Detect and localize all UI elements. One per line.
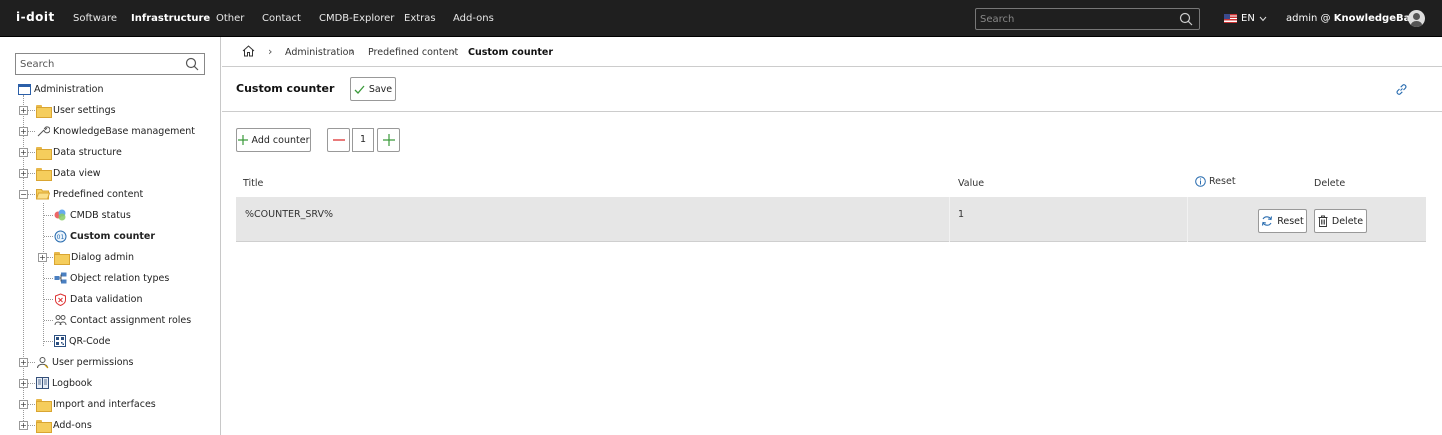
validation-icon bbox=[55, 292, 66, 306]
info-icon[interactable] bbox=[1195, 176, 1206, 187]
nav-software[interactable]: Software bbox=[73, 13, 117, 24]
sidebar-item-add-ons[interactable]: Add-ons bbox=[36, 417, 92, 433]
user-menu[interactable]: admin @ KnowledgeBase bbox=[1286, 13, 1423, 24]
save-button[interactable]: Save bbox=[350, 77, 396, 101]
page-title: Custom counter bbox=[236, 82, 335, 95]
breadcrumb-predefined-content[interactable]: Predefined content bbox=[368, 47, 458, 58]
add-counter-button[interactable]: Add counter bbox=[236, 128, 311, 152]
plus-icon bbox=[382, 134, 395, 146]
sidebar-item-qr-code[interactable]: QR-Code bbox=[54, 333, 110, 349]
nav-contact[interactable]: Contact bbox=[262, 13, 301, 24]
logbook-icon bbox=[36, 377, 49, 389]
expand-knowledgebase-management[interactable]: + bbox=[19, 127, 28, 136]
roles-icon bbox=[54, 314, 67, 325]
qr-code-icon bbox=[54, 335, 66, 347]
counter-quantity-input[interactable]: 1 bbox=[352, 128, 374, 152]
nav-add-ons[interactable]: Add-ons bbox=[453, 13, 494, 24]
trash-icon bbox=[1318, 215, 1328, 227]
sidebar-search-input[interactable]: Search bbox=[15, 53, 205, 75]
us-flag-icon bbox=[1224, 14, 1237, 23]
search-icon[interactable] bbox=[185, 57, 199, 74]
i-doit-logo[interactable]: i-doit bbox=[16, 10, 55, 24]
sidebar-item-object-relation-types[interactable]: Object relation types bbox=[54, 270, 169, 286]
minus-icon bbox=[332, 139, 345, 141]
folder-icon bbox=[36, 104, 52, 118]
expand-data-view[interactable]: + bbox=[19, 169, 28, 178]
sidebar-item-data-structure[interactable]: Data structure bbox=[36, 144, 122, 160]
delete-button[interactable]: Delete bbox=[1314, 209, 1367, 233]
language-selector[interactable]: EN bbox=[1224, 13, 1267, 24]
table-row bbox=[236, 197, 1426, 242]
sidebar-item-data-view[interactable]: Data view bbox=[36, 165, 101, 181]
chevron-right-icon: › bbox=[451, 45, 456, 58]
sidebar-item-import-and-interfaces[interactable]: Import and interfaces bbox=[36, 396, 156, 412]
folder-icon bbox=[36, 419, 52, 433]
counter-title-cell: %COUNTER_SRV% bbox=[245, 209, 333, 220]
sidebar-item-knowledgebase-management[interactable]: KnowledgeBase management bbox=[36, 123, 195, 139]
expand-import-and-interfaces[interactable]: + bbox=[19, 400, 28, 409]
sidebar-item-contact-assignment-roles[interactable]: Contact assignment roles bbox=[54, 312, 191, 328]
counter-icon: 01 bbox=[54, 230, 67, 242]
nav-cmdb-explorer[interactable]: CMDB-Explorer bbox=[319, 13, 394, 24]
sidebar-item-logbook[interactable]: Logbook bbox=[36, 375, 92, 391]
language-code: EN bbox=[1241, 13, 1255, 24]
refresh-icon bbox=[1262, 216, 1273, 226]
collapse-predefined-content[interactable]: − bbox=[19, 190, 28, 199]
folder-icon bbox=[36, 167, 52, 181]
status-icon bbox=[54, 209, 66, 221]
checkmark-icon bbox=[354, 85, 365, 94]
window-icon bbox=[18, 83, 31, 95]
permissions-icon bbox=[37, 356, 49, 368]
sidebar-item-user-settings[interactable]: User settings bbox=[36, 102, 116, 118]
column-header-delete: Delete bbox=[1314, 178, 1346, 189]
plus-icon bbox=[237, 135, 248, 145]
folder-icon bbox=[36, 398, 52, 412]
sidebar-item-user-permissions[interactable]: User permissions bbox=[36, 354, 134, 370]
nav-infrastructure[interactable]: Infrastructure bbox=[131, 13, 210, 24]
column-header-value: Value bbox=[958, 178, 985, 189]
reset-button[interactable]: Reset bbox=[1258, 209, 1307, 233]
avatar[interactable] bbox=[1408, 10, 1425, 27]
column-header-title: Title bbox=[243, 178, 264, 189]
svg-text:01: 01 bbox=[57, 234, 65, 241]
search-icon[interactable] bbox=[1179, 12, 1193, 29]
folder-icon bbox=[54, 251, 70, 265]
counter-value-cell: 1 bbox=[958, 209, 965, 220]
chevron-down-icon bbox=[1259, 16, 1267, 21]
sidebar-item-predefined-content[interactable]: Predefined content bbox=[36, 186, 143, 202]
expand-logbook[interactable]: + bbox=[19, 379, 28, 388]
sidebar-item-dialog-admin[interactable]: Dialog admin bbox=[54, 249, 134, 265]
breadcrumb: › Administration › Predefined content › … bbox=[222, 37, 1442, 67]
expand-user-permissions[interactable]: + bbox=[19, 358, 28, 367]
column-header-reset: Reset bbox=[1195, 176, 1236, 187]
top-navigation-bar: i-doit Software Infrastructure Other Con… bbox=[0, 0, 1442, 37]
sidebar-item-cmdb-status[interactable]: CMDB status bbox=[54, 207, 131, 223]
sidebar-item-custom-counter[interactable]: 01 Custom counter bbox=[54, 228, 155, 244]
increment-button[interactable] bbox=[377, 128, 400, 152]
expand-dialog-admin[interactable]: + bbox=[38, 253, 47, 262]
home-icon[interactable] bbox=[242, 45, 255, 60]
page-header: Custom counter Save bbox=[222, 67, 1442, 112]
search-placeholder: Search bbox=[980, 14, 1015, 25]
sidebar-tree: Search Administration + User settings + … bbox=[0, 37, 221, 435]
folder-open-icon bbox=[36, 189, 50, 200]
expand-add-ons[interactable]: + bbox=[19, 421, 28, 430]
wrench-icon bbox=[37, 126, 50, 137]
folder-icon bbox=[36, 146, 52, 160]
link-icon[interactable] bbox=[1395, 83, 1408, 99]
chevron-right-icon: › bbox=[268, 45, 273, 58]
sidebar-search-placeholder: Search bbox=[20, 59, 55, 70]
global-search-input[interactable]: Search bbox=[975, 8, 1200, 30]
breadcrumb-custom-counter: Custom counter bbox=[468, 47, 554, 58]
chevron-right-icon: › bbox=[350, 45, 355, 58]
relation-icon bbox=[54, 272, 67, 284]
nav-extras[interactable]: Extras bbox=[404, 13, 436, 24]
sidebar-item-data-validation[interactable]: Data validation bbox=[54, 291, 142, 307]
breadcrumb-administration[interactable]: Administration bbox=[285, 47, 355, 58]
tree-root-administration[interactable]: Administration bbox=[18, 81, 104, 97]
expand-user-settings[interactable]: + bbox=[19, 106, 28, 115]
expand-data-structure[interactable]: + bbox=[19, 148, 28, 157]
decrement-button[interactable] bbox=[327, 128, 350, 152]
nav-other[interactable]: Other bbox=[216, 13, 244, 24]
